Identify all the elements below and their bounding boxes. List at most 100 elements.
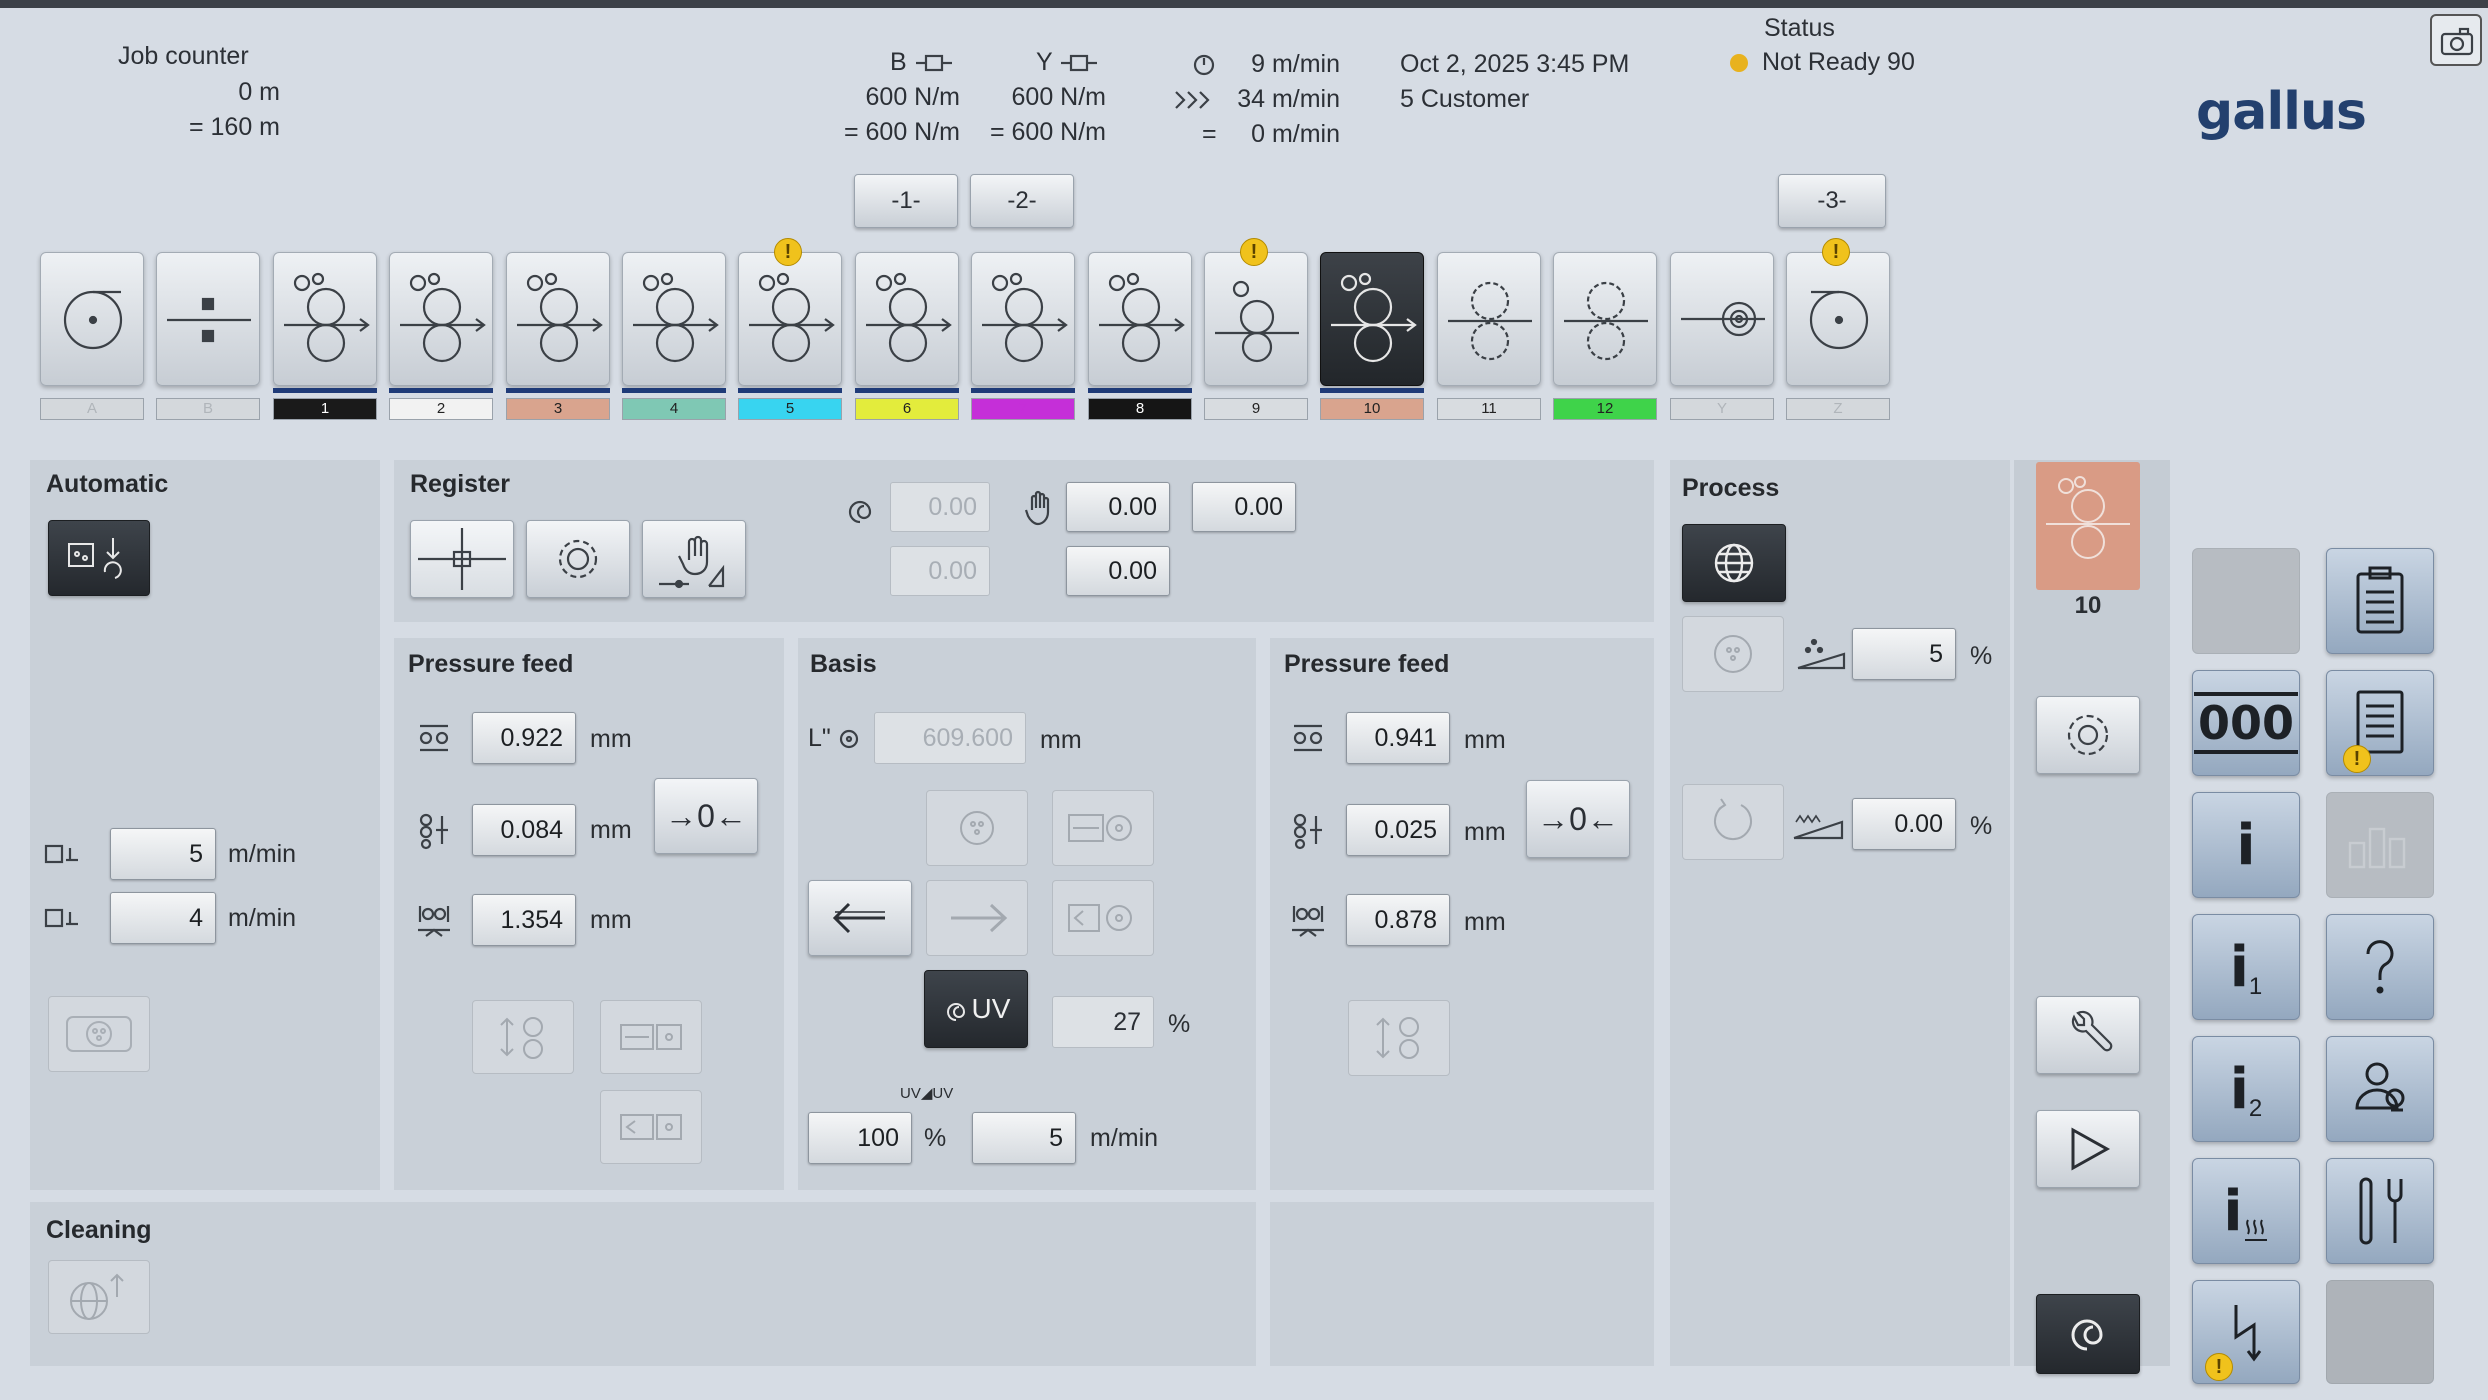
- basis-web-button[interactable]: [1052, 790, 1154, 866]
- print-unit-active-bar: [738, 388, 842, 393]
- print-unit-9[interactable]: [1204, 252, 1308, 386]
- speed-actual: 9 m/min: [1251, 50, 1340, 78]
- warning-icon[interactable]: !: [774, 238, 802, 266]
- selected-unit-preview[interactable]: [2036, 462, 2140, 590]
- camera-icon: [2440, 27, 2474, 56]
- pressure-left-option-1-button[interactable]: [600, 1000, 702, 1074]
- print-unit-5[interactable]: [738, 252, 842, 386]
- basis-forward-button[interactable]: [926, 880, 1028, 956]
- print-unit-label: Z: [1786, 398, 1890, 420]
- ramp-wave-icon: [1793, 814, 1844, 840]
- process-cylinder-button[interactable]: [1682, 616, 1784, 692]
- cleaning-start-button[interactable]: [48, 1260, 150, 1334]
- automatic-start-button[interactable]: [48, 520, 150, 596]
- pressure-adjust-icon: [1376, 1017, 1419, 1059]
- pressure-right-2-input[interactable]: 0.025: [1346, 804, 1450, 856]
- tension-b-value: 600 N/m: [865, 83, 960, 111]
- basis-reverse-button[interactable]: [808, 880, 912, 956]
- automatic-speed-1-input[interactable]: 5: [110, 828, 216, 880]
- sidebar-info-1-button[interactable]: i1: [2192, 914, 2300, 1020]
- sidebar-service-button[interactable]: [2326, 1158, 2434, 1264]
- sidebar-electrical-button[interactable]: !: [2192, 1280, 2300, 1384]
- speed-fast-icon: [1175, 91, 1210, 109]
- pressure-left-zero-button[interactable]: →0←: [654, 778, 758, 854]
- sidebar-report-button[interactable]: !: [2326, 670, 2434, 776]
- repeat-length-input[interactable]: 609.600: [874, 712, 1026, 764]
- process-value-2-input[interactable]: 0.00: [1852, 798, 1956, 850]
- plate-pressure-icon: [1293, 813, 1322, 850]
- group-3-button[interactable]: -3-: [1778, 174, 1886, 228]
- print-unit-6[interactable]: [855, 252, 959, 386]
- pressure-left-2-unit: mm: [590, 816, 632, 844]
- print-unit-B[interactable]: [156, 252, 260, 386]
- sidebar-user-button[interactable]: [2326, 1036, 2434, 1142]
- manual-register-horizontal-2-input[interactable]: 0.00: [1192, 482, 1296, 532]
- automatic-speed-2-input[interactable]: 4: [110, 892, 216, 944]
- unit-wrench-button[interactable]: [2036, 996, 2140, 1074]
- pressure-right-zero-button[interactable]: →0←: [1526, 780, 1630, 858]
- print-unit-active-bar: [622, 388, 726, 393]
- info-icon: i: [2229, 1056, 2249, 1122]
- print-unit-8[interactable]: [1088, 252, 1192, 386]
- print-unit-1[interactable]: [273, 252, 377, 386]
- print-unit-Y[interactable]: [1670, 252, 1774, 386]
- print-unit-3[interactable]: [506, 252, 610, 386]
- uv-ramp-percent-input[interactable]: 100: [808, 1112, 912, 1164]
- uv-percent-input[interactable]: 27: [1052, 996, 1154, 1048]
- print-unit-11[interactable]: [1437, 252, 1541, 386]
- pressure-left-2-input[interactable]: 0.084: [472, 804, 576, 856]
- cylinder-dots-icon: [66, 1016, 132, 1052]
- pressure-right-3-input[interactable]: 0.878: [1346, 894, 1450, 946]
- pressure-right-1-input[interactable]: 0.941: [1346, 712, 1450, 764]
- print-unit-Z[interactable]: [1786, 252, 1890, 386]
- manual-register-horizontal-input[interactable]: 0.00: [1066, 482, 1170, 532]
- print-unit-A[interactable]: [40, 252, 144, 386]
- register-crosshair-button[interactable]: [410, 520, 514, 598]
- unit-settings-button[interactable]: [2036, 696, 2140, 774]
- pressure-left-1-input[interactable]: 0.922: [472, 712, 576, 764]
- sidebar-statistics-button[interactable]: [2326, 792, 2434, 898]
- auto-register-horizontal-input[interactable]: 0.00: [890, 482, 990, 532]
- process-global-button[interactable]: [1682, 524, 1786, 602]
- register-settings-button[interactable]: [526, 520, 630, 598]
- group-2-button[interactable]: -2-: [970, 174, 1074, 228]
- unit-uv-spiral-button[interactable]: [2036, 1294, 2140, 1374]
- automatic-disabled-button[interactable]: [48, 996, 150, 1072]
- uv-button-label: UV: [971, 993, 1011, 1024]
- sidebar-counter-button[interactable]: 000: [2192, 670, 2300, 776]
- sidebar-help-button[interactable]: [2326, 914, 2434, 1020]
- process-rotation-button[interactable]: [1682, 784, 1784, 860]
- sidebar-info-2-button[interactable]: i2: [2192, 1036, 2300, 1142]
- warning-icon[interactable]: !: [1240, 238, 1268, 266]
- unit-play-button[interactable]: [2036, 1110, 2140, 1188]
- globe-icon: [1714, 543, 1754, 583]
- screenshot-camera-button[interactable]: [2430, 14, 2482, 66]
- sidebar-info-heat-button[interactable]: i: [2192, 1158, 2300, 1264]
- register-manual-button[interactable]: [642, 520, 746, 598]
- print-unit-12[interactable]: [1553, 252, 1657, 386]
- warning-icon[interactable]: !: [1822, 238, 1850, 266]
- pressure-right-adjust-button[interactable]: [1348, 1000, 1450, 1076]
- print-unit-4[interactable]: [622, 252, 726, 386]
- print-unit-icon: [167, 297, 251, 343]
- info-icon: i: [2223, 1178, 2243, 1244]
- print-unit-2[interactable]: [389, 252, 493, 386]
- uv-button[interactable]: UV: [924, 970, 1028, 1048]
- print-unit-10[interactable]: [1320, 252, 1424, 386]
- uv-ramp-speed-unit: m/min: [1090, 1124, 1159, 1152]
- print-unit-icon: [1448, 281, 1532, 361]
- uv-ramp-speed-input[interactable]: 5: [972, 1112, 1076, 1164]
- group-1-button[interactable]: -1-: [854, 174, 958, 228]
- print-unit-7[interactable]: [971, 252, 1075, 386]
- basis-cylinder-button[interactable]: [926, 790, 1028, 866]
- sidebar-job-list-button[interactable]: [2326, 548, 2434, 654]
- manual-register-vertical-input[interactable]: 0.00: [1066, 546, 1170, 596]
- basis-web-reverse-button[interactable]: [1052, 880, 1154, 956]
- auto-register-vertical-input[interactable]: 0.00: [890, 546, 990, 596]
- pressure-left-adjust-button[interactable]: [472, 1000, 574, 1074]
- process-value-1-input[interactable]: 5: [1852, 628, 1956, 680]
- pressure-left-3-input[interactable]: 1.354: [472, 894, 576, 946]
- pressure-left-option-2-button[interactable]: [600, 1090, 702, 1164]
- sidebar-info-button[interactable]: i: [2192, 792, 2300, 898]
- print-unit-icon: [2046, 476, 2130, 559]
